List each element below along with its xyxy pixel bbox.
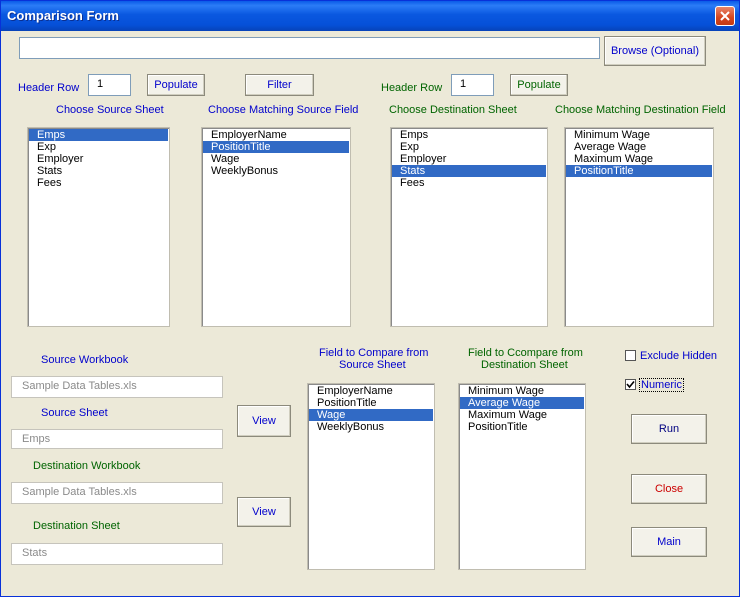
list-item[interactable]: Fees (392, 177, 546, 189)
list-item[interactable]: Emps (29, 129, 168, 141)
source-field-list[interactable]: EmployerName PositionTitle Wage WeeklyBo… (201, 127, 351, 327)
list-item[interactable]: Wage (203, 153, 349, 165)
list-item[interactable]: PositionTitle (460, 421, 584, 433)
list-item[interactable]: Fees (29, 177, 168, 189)
window-close-button[interactable] (715, 6, 735, 26)
dest-sheet-field: Stats (11, 543, 223, 565)
source-populate-button[interactable]: Populate (147, 74, 205, 96)
title-bar[interactable]: Comparison Form (1, 1, 739, 31)
dest-field-list[interactable]: Minimum Wage Average Wage Maximum Wage P… (564, 127, 714, 327)
dest-field-heading: Choose Matching Destination Field (555, 104, 726, 116)
list-item[interactable]: WeeklyBonus (309, 421, 433, 433)
list-item[interactable]: EmployerName (309, 385, 433, 397)
list-item[interactable]: Average Wage (460, 397, 584, 409)
source-workbook-field: Sample Data Tables.xls (11, 376, 223, 398)
list-item[interactable]: WeeklyBonus (203, 165, 349, 177)
source-sheet-heading: Choose Source Sheet (56, 104, 164, 116)
filter-button[interactable]: Filter (245, 74, 314, 96)
list-item[interactable]: PositionTitle (566, 165, 712, 177)
file-path-input[interactable] (19, 37, 600, 59)
list-item[interactable]: Average Wage (566, 141, 712, 153)
list-item[interactable]: Stats (29, 165, 168, 177)
list-item[interactable]: Minimum Wage (566, 129, 712, 141)
comparison-form-window: Comparison Form Browse (Optional) Header… (0, 0, 740, 597)
list-item[interactable]: Exp (392, 141, 546, 153)
dest-header-row-label: Header Row (381, 82, 443, 94)
numeric-checkbox[interactable] (625, 379, 636, 390)
list-item[interactable]: EmployerName (203, 129, 349, 141)
list-item[interactable]: PositionTitle (203, 141, 349, 153)
exclude-hidden-checkbox[interactable] (625, 350, 636, 361)
view-source-button[interactable]: View (237, 405, 291, 437)
dest-workbook-field: Sample Data Tables.xls (11, 482, 223, 504)
source-field-heading: Choose Matching Source Field (208, 104, 359, 116)
source-header-row-label: Header Row (18, 82, 80, 94)
source-header-row-input[interactable]: 1 (88, 74, 131, 96)
list-item[interactable]: Stats (392, 165, 546, 177)
compare-dest-heading-2: Destination Sheet (481, 359, 568, 371)
dest-populate-button[interactable]: Populate (510, 74, 568, 96)
dest-workbook-label: Destination Workbook (33, 460, 141, 472)
compare-source-list[interactable]: EmployerName PositionTitle Wage WeeklyBo… (307, 383, 435, 570)
close-button[interactable]: Close (631, 474, 707, 504)
compare-dest-list[interactable]: Minimum Wage Average Wage Maximum Wage P… (458, 383, 586, 570)
list-item[interactable]: Employer (392, 153, 546, 165)
browse-button[interactable]: Browse (Optional) (604, 36, 706, 66)
window-title: Comparison Form (7, 8, 119, 23)
run-button[interactable]: Run (631, 414, 707, 444)
list-item[interactable]: PositionTitle (309, 397, 433, 409)
list-item[interactable]: Wage (309, 409, 433, 421)
source-sheet-label: Source Sheet (41, 407, 108, 419)
source-sheet-list[interactable]: Emps Exp Employer Stats Fees (27, 127, 170, 327)
list-item[interactable]: Minimum Wage (460, 385, 584, 397)
dest-sheet-label: Destination Sheet (33, 520, 120, 532)
main-button[interactable]: Main (631, 527, 707, 557)
compare-source-heading-2: Source Sheet (339, 359, 406, 371)
numeric-label[interactable]: Numeric (639, 378, 684, 392)
checkmark-icon (626, 380, 635, 389)
dest-header-row-input[interactable]: 1 (451, 74, 494, 96)
list-item[interactable]: Maximum Wage (460, 409, 584, 421)
source-sheet-field: Emps (11, 429, 223, 449)
compare-dest-heading-1: Field to Ccompare from (468, 347, 583, 359)
dest-sheet-list[interactable]: Emps Exp Employer Stats Fees (390, 127, 548, 327)
dest-sheet-heading: Choose Destination Sheet (389, 104, 517, 116)
view-dest-button[interactable]: View (237, 497, 291, 527)
list-item[interactable]: Maximum Wage (566, 153, 712, 165)
exclude-hidden-label[interactable]: Exclude Hidden (640, 350, 717, 362)
list-item[interactable]: Emps (392, 129, 546, 141)
source-workbook-label: Source Workbook (41, 354, 129, 366)
list-item[interactable]: Employer (29, 153, 168, 165)
close-icon (720, 11, 730, 21)
compare-source-heading-1: Field to Compare from (319, 347, 429, 359)
list-item[interactable]: Exp (29, 141, 168, 153)
